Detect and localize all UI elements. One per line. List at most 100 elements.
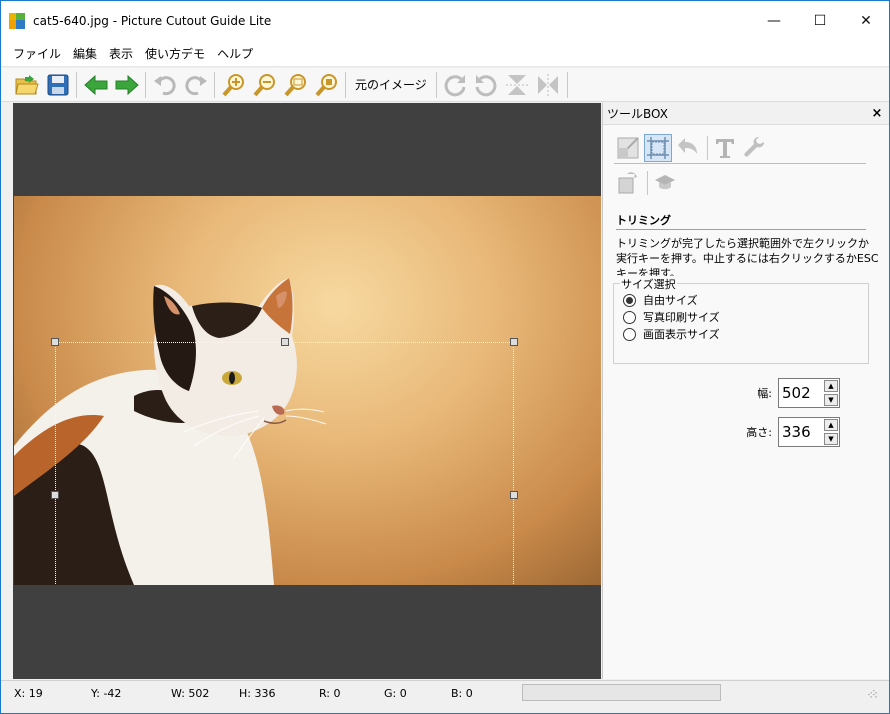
tool-graduate[interactable] bbox=[651, 169, 679, 197]
tool-undo[interactable] bbox=[674, 134, 702, 162]
tool-crop-diagonal[interactable] bbox=[614, 134, 642, 162]
wrench-icon bbox=[744, 137, 765, 157]
radio-free-size[interactable]: 自由サイズ bbox=[623, 292, 698, 308]
save-button[interactable] bbox=[42, 70, 73, 100]
status-red: R: 0 bbox=[319, 687, 341, 700]
resize-handle-right[interactable] bbox=[510, 491, 518, 499]
title-bar[interactable]: cat5-640.jpg - Picture Cutout Guide Lite… bbox=[1, 1, 889, 41]
tool-row-2 bbox=[603, 168, 889, 198]
resize-handle-left[interactable] bbox=[51, 491, 59, 499]
tool-wrench[interactable] bbox=[741, 134, 769, 162]
minimize-button[interactable]: — bbox=[751, 1, 797, 41]
zoom-in-icon bbox=[221, 73, 244, 96]
window-controls: — ☐ ✕ bbox=[751, 1, 889, 41]
rotate-left-icon bbox=[475, 74, 497, 96]
resize-handle-top[interactable] bbox=[281, 338, 289, 346]
toolbox-panel: ツールBOX × トリミング トリミングが完了したら選択範囲外で左クリックか実行… bbox=[602, 103, 889, 679]
tool-transfer[interactable] bbox=[614, 169, 642, 197]
zoom-actual-button[interactable] bbox=[311, 70, 342, 100]
width-down-button[interactable]: ▼ bbox=[824, 394, 838, 406]
open-folder-icon bbox=[14, 74, 39, 94]
radio-label: 写真印刷サイズ bbox=[643, 311, 720, 324]
menu-view[interactable]: 表示 bbox=[109, 45, 133, 62]
rotate-left-button[interactable] bbox=[471, 70, 502, 100]
toolbar-separator bbox=[214, 71, 215, 98]
tool-text[interactable] bbox=[711, 134, 739, 162]
resize-handle-top-left[interactable] bbox=[51, 338, 59, 346]
height-down-button[interactable]: ▼ bbox=[824, 433, 838, 445]
radio-label: 画面表示サイズ bbox=[643, 328, 720, 341]
trimming-description: トリミングが完了したら選択範囲外で左クリックか実行キーを押す。中止するには右クリ… bbox=[616, 237, 879, 280]
back-arrow-icon bbox=[83, 74, 107, 95]
redo-button[interactable] bbox=[180, 70, 211, 100]
tool-separator bbox=[707, 136, 708, 160]
tool-separator bbox=[647, 171, 648, 195]
rotate-right-icon bbox=[444, 74, 466, 96]
transfer-icon bbox=[618, 172, 637, 194]
height-stepper[interactable]: 336 ▲ ▼ bbox=[778, 417, 840, 447]
status-y: Y: -42 bbox=[91, 687, 122, 700]
selection-rectangle[interactable] bbox=[51, 338, 518, 585]
image-canvas[interactable] bbox=[13, 103, 601, 679]
zoom-fit-button[interactable] bbox=[280, 70, 311, 100]
open-button[interactable] bbox=[11, 70, 42, 100]
toolbar: 元のイメージ bbox=[1, 68, 889, 102]
resize-grip-icon[interactable]: ⠠⠢ ⠢⠢ bbox=[867, 688, 878, 700]
app-logo-icon bbox=[9, 13, 25, 29]
menu-edit[interactable]: 編集 bbox=[73, 45, 97, 62]
graduation-cap-icon bbox=[655, 175, 675, 190]
tool-trimming[interactable] bbox=[644, 134, 672, 162]
window-title: cat5-640.jpg - Picture Cutout Guide Lite bbox=[33, 14, 272, 28]
redo-icon bbox=[184, 75, 207, 95]
back-button[interactable] bbox=[80, 70, 111, 100]
status-green: G: 0 bbox=[384, 687, 407, 700]
close-button[interactable]: ✕ bbox=[843, 1, 889, 41]
undo-arrow-icon bbox=[678, 138, 697, 154]
height-up-button[interactable]: ▲ bbox=[824, 419, 838, 431]
save-icon bbox=[47, 74, 68, 95]
undo-button[interactable] bbox=[149, 70, 180, 100]
crop-diagonal-icon bbox=[617, 137, 639, 159]
tool-row-1 bbox=[603, 133, 889, 163]
zoom-in-button[interactable] bbox=[218, 70, 249, 100]
app-window: cat5-640.jpg - Picture Cutout Guide Lite… bbox=[0, 0, 890, 714]
flip-horizontal-button[interactable] bbox=[533, 70, 564, 100]
cat-photo bbox=[14, 196, 601, 585]
width-spin-buttons: ▲ ▼ bbox=[823, 379, 839, 407]
height-value[interactable]: 336 bbox=[779, 423, 823, 441]
original-image-button[interactable]: 元のイメージ bbox=[349, 76, 433, 93]
undo-icon bbox=[153, 75, 176, 95]
rotate-right-button[interactable] bbox=[440, 70, 471, 100]
menu-demo[interactable]: 使い方デモ bbox=[145, 45, 205, 62]
text-tool-icon bbox=[716, 139, 734, 158]
maximize-button[interactable]: ☐ bbox=[797, 1, 843, 41]
toolbox-close-button[interactable]: × bbox=[869, 106, 885, 121]
menu-file[interactable]: ファイル bbox=[13, 45, 61, 62]
status-progress-bar bbox=[522, 684, 721, 701]
flip-vertical-button[interactable] bbox=[502, 70, 533, 100]
size-selection-group: サイズ選択 自由サイズ 写真印刷サイズ 画面表示サイズ bbox=[613, 276, 869, 364]
width-up-button[interactable]: ▲ bbox=[824, 380, 838, 392]
radio-button[interactable] bbox=[623, 310, 636, 324]
forward-arrow-icon bbox=[115, 74, 139, 95]
menu-help[interactable]: ヘルプ bbox=[217, 45, 253, 62]
radio-button-selected[interactable] bbox=[623, 293, 636, 307]
radio-photo-print-size[interactable]: 写真印刷サイズ bbox=[623, 309, 720, 325]
height-spin-buttons: ▲ ▼ bbox=[823, 418, 839, 446]
radio-button[interactable] bbox=[623, 327, 636, 341]
width-value[interactable]: 502 bbox=[779, 384, 823, 402]
toolbox-title: ツールBOX bbox=[607, 107, 668, 121]
width-stepper[interactable]: 502 ▲ ▼ bbox=[778, 378, 840, 408]
zoom-fit-icon bbox=[283, 73, 306, 96]
forward-button[interactable] bbox=[111, 70, 142, 100]
zoom-out-icon bbox=[252, 73, 275, 96]
height-label: 高さ: bbox=[746, 426, 772, 439]
resize-handle-top-right[interactable] bbox=[510, 338, 518, 346]
section-title-trimming: トリミング bbox=[616, 212, 866, 230]
zoom-out-button[interactable] bbox=[249, 70, 280, 100]
radio-screen-display-size[interactable]: 画面表示サイズ bbox=[623, 326, 720, 342]
status-blue: B: 0 bbox=[451, 687, 473, 700]
height-field-row: 高さ: 336 ▲ ▼ bbox=[746, 417, 840, 447]
toolbox-divider bbox=[614, 163, 866, 164]
flip-horizontal-icon bbox=[538, 73, 559, 96]
